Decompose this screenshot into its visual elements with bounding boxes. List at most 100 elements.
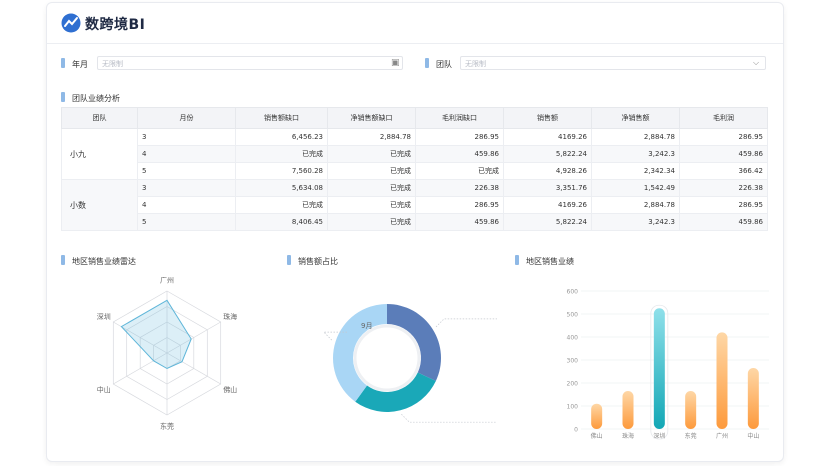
- table-cell: 已完成: [327, 145, 416, 163]
- bar-xtick-label: 中山: [747, 432, 759, 440]
- table-row: 5 8,406.45 已完成 459.86 5,822.24 3,242.3 4…: [62, 213, 768, 231]
- column-header[interactable]: 毛利润缺口: [415, 107, 504, 129]
- dashboard-card: 数跨境BI 年月 无限制 ▣ 团队 无限制 ⌵ 团队业绩分析 团队 月份 销售额…: [46, 2, 784, 462]
- table-cell: 6,456.23: [235, 128, 328, 146]
- team-select[interactable]: 无限制: [460, 56, 766, 70]
- bar-xtick-label: 东莞: [685, 432, 697, 440]
- donut-chart: 7月8月9月: [322, 304, 497, 423]
- table-row: 4 已完成 已完成 286.95 4169.26 2,884.78 286.95: [62, 196, 768, 214]
- table-row: 4 已完成 已完成 459.86 5,822.24 3,242.3 459.86: [62, 145, 768, 163]
- donut-leader-line: [401, 413, 497, 423]
- radar-label: 东莞: [160, 422, 174, 431]
- table-cell: 459.86: [679, 145, 768, 163]
- bar-ytick-label: 600: [567, 289, 579, 296]
- calendar-icon[interactable]: ▣: [391, 58, 400, 68]
- team-cell: 小数: [61, 179, 138, 231]
- table-row: 5 7,560.28 已完成 已完成 4,928.26 2,342.34 366…: [62, 162, 768, 180]
- table-cell: 4169.26: [503, 196, 592, 214]
- app-title: 数跨境BI: [85, 17, 146, 33]
- table-cell: 4169.26: [503, 128, 592, 146]
- column-header[interactable]: 净销售额缺口: [327, 107, 416, 129]
- radar-label: 深圳: [97, 312, 111, 321]
- bar-ytick-label: 300: [567, 358, 579, 365]
- team-cell: 小九: [61, 128, 138, 180]
- team-performance-table: 团队 月份 销售额缺口 净销售额缺口 毛利润缺口 销售额 净销售额 毛利润 小九…: [61, 107, 768, 231]
- app-logo-icon: [61, 13, 81, 33]
- donut-title: 销售额占比: [298, 257, 338, 266]
- bar-xtick-label: 佛山: [591, 432, 603, 440]
- radar-label: 佛山: [223, 385, 237, 394]
- month-cell: 4: [137, 196, 236, 214]
- radar-label: 珠海: [223, 312, 237, 321]
- table-cell: 4,928.26: [503, 162, 592, 180]
- table-cell: 已完成: [235, 145, 328, 163]
- section-marker-icon: [61, 92, 65, 102]
- table-cell: 1,542.49: [591, 179, 680, 197]
- donut-marker-dot: [348, 329, 354, 335]
- table-cell: 5,822.24: [503, 213, 592, 231]
- section-marker-icon: [61, 255, 65, 265]
- month-cell: 5: [137, 213, 236, 231]
- table-cell: 已完成: [235, 196, 328, 214]
- table-row: 小数 3 5,634.08 已完成 226.38 3,351.76 1,542.…: [61, 179, 768, 231]
- table-cell: 286.95: [415, 128, 504, 146]
- column-header[interactable]: 净销售额: [591, 107, 680, 129]
- chevron-down-icon[interactable]: ⌵: [753, 58, 759, 68]
- bar-ytick-label: 200: [567, 381, 579, 388]
- section-marker-icon: [287, 255, 291, 265]
- table-cell: 7,560.28: [235, 162, 328, 180]
- table-cell: 已完成: [327, 179, 416, 197]
- bar-ytick-label: 400: [567, 335, 579, 342]
- month-cell: 3: [137, 179, 236, 197]
- table-cell: 已完成: [327, 162, 416, 180]
- bar-ytick-label: 500: [567, 312, 579, 319]
- radar-title: 地区销售业绩雷达: [72, 257, 136, 266]
- bar-xtick-label: 深圳: [653, 432, 665, 440]
- bar: [622, 391, 634, 429]
- table-cell: 已完成: [415, 162, 504, 180]
- bar: [716, 332, 728, 429]
- column-header[interactable]: 月份: [137, 107, 236, 129]
- table-cell: 2,342.34: [591, 162, 680, 180]
- table-cell: 2,884.78: [591, 128, 680, 146]
- donut-inner-ring: [353, 324, 421, 392]
- table-cell: 3,242.3: [591, 213, 680, 231]
- table-cell: 366.42: [679, 162, 768, 180]
- table-cell: 459.86: [415, 213, 504, 231]
- table-cell: 已完成: [327, 196, 416, 214]
- radar-label: 广州: [160, 277, 174, 285]
- bar-ytick-label: 100: [567, 404, 579, 411]
- month-cell: 5: [137, 162, 236, 180]
- bar-chart: 0 100 200 300 400 500 600 佛山 珠海 深圳 东莞 广州 中山: [567, 289, 769, 440]
- table-cell: 459.86: [679, 213, 768, 231]
- donut-slice: [332, 304, 387, 402]
- table-title: 团队业绩分析: [72, 94, 120, 103]
- donut-label: 9月: [361, 322, 372, 330]
- year-month-label: 年月: [72, 60, 88, 69]
- donut-leader-line: [435, 318, 497, 328]
- bar-title: 地区销售业绩: [526, 257, 574, 266]
- column-header[interactable]: 销售额: [503, 107, 592, 129]
- table-cell: 286.95: [679, 196, 768, 214]
- table-cell: 2,884.78: [327, 128, 416, 146]
- table-cell: 226.38: [415, 179, 504, 197]
- table-cell: 5,634.08: [235, 179, 328, 197]
- table-cell: 3,242.3: [591, 145, 680, 163]
- column-header[interactable]: 团队: [61, 107, 138, 129]
- year-month-input[interactable]: 无限制: [97, 56, 403, 70]
- table-cell: 2,884.78: [591, 196, 680, 214]
- column-header[interactable]: 销售额缺口: [235, 107, 328, 129]
- donut-slice: [355, 372, 436, 413]
- table-cell: 459.86: [415, 145, 504, 163]
- radar-chart: 广州珠海佛山东莞 中山 深圳: [97, 277, 237, 431]
- month-cell: 4: [137, 145, 236, 163]
- team-label: 团队: [436, 60, 452, 69]
- bar: [653, 308, 665, 429]
- table-cell: 286.95: [679, 128, 768, 146]
- app-header: 数跨境BI: [47, 3, 783, 44]
- table-cell: 226.38: [679, 179, 768, 197]
- column-header[interactable]: 毛利润: [679, 107, 768, 129]
- filter-marker-icon: [61, 58, 65, 68]
- table-cell: 286.95: [415, 196, 504, 214]
- bar-ytick-label: 0: [574, 427, 578, 434]
